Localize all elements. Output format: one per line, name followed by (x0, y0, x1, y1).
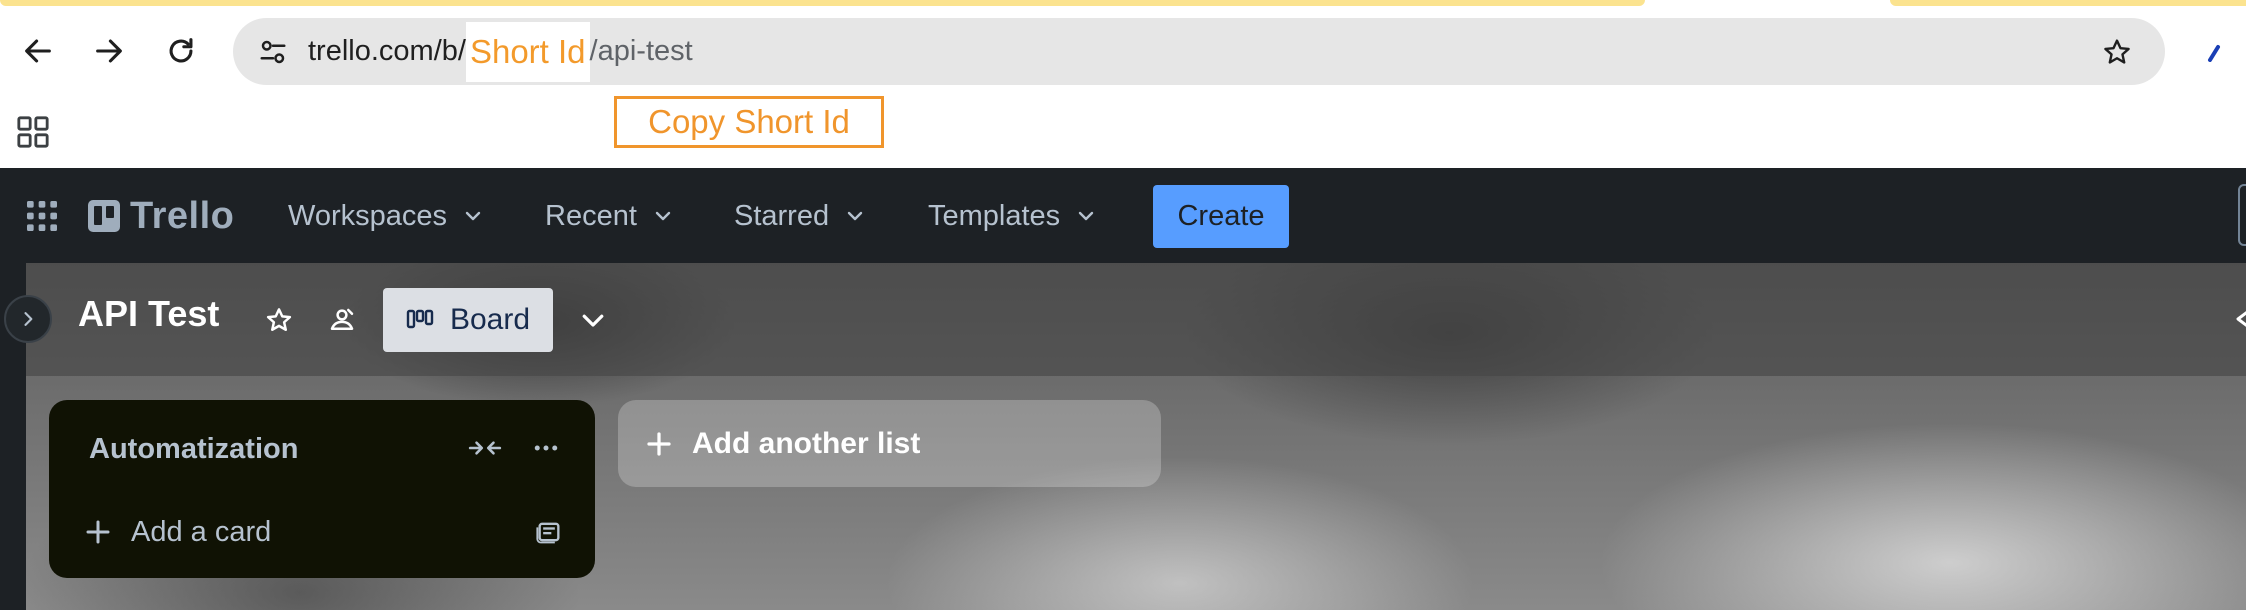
collapse-icon (468, 441, 502, 455)
extension-icon[interactable] (2207, 44, 2221, 62)
trello-logo[interactable]: Trello (88, 195, 234, 237)
arrow-right-icon (96, 39, 122, 63)
plus-icon (647, 431, 671, 456)
star-icon (266, 308, 292, 331)
visibility-button[interactable] (320, 298, 364, 342)
chevron-right-icon (24, 312, 33, 326)
reload-icon (169, 38, 193, 63)
recent-menu[interactable]: Recent (545, 190, 675, 242)
tune-icon (260, 40, 286, 64)
trello-logo-text: Trello (130, 194, 235, 237)
create-from-template-button[interactable] (525, 508, 573, 556)
forward-button[interactable] (80, 22, 138, 80)
chevron-down-icon (582, 314, 604, 327)
workspaces-menu[interactable]: Workspaces (288, 190, 485, 242)
board-title[interactable]: API Test (78, 293, 219, 335)
chevron-down-icon (847, 211, 863, 221)
add-card-label: Add a card (131, 515, 272, 548)
switch-view-dropdown[interactable] (571, 298, 615, 342)
board-view-button[interactable]: Board (383, 288, 553, 352)
recent-label: Recent (545, 199, 637, 232)
list-actions-button[interactable] (522, 424, 570, 472)
board-columns-icon (406, 309, 434, 329)
apps-shortcut-icon[interactable] (16, 115, 50, 149)
add-card-button[interactable]: Add a card (69, 506, 489, 558)
list-title[interactable]: Automatization (89, 433, 298, 466)
power-ups-icon[interactable] (2228, 304, 2246, 334)
url-short-id-highlight: Short Id (465, 21, 590, 82)
card-template-icon (536, 522, 560, 544)
screen: trello.com/b/Short Id/api-test Copy Shor… (0, 0, 2246, 610)
reload-button[interactable] (152, 22, 210, 80)
active-tab-edge[interactable] (0, 0, 1645, 6)
create-button[interactable]: Create (1153, 185, 1289, 248)
workspaces-label: Workspaces (288, 199, 448, 232)
url-path: /api-test (589, 35, 693, 67)
trello-logo-icon (88, 200, 120, 232)
site-info-button[interactable] (253, 32, 293, 72)
expand-sidebar-button[interactable] (4, 295, 52, 343)
chevron-down-icon (465, 211, 481, 221)
starred-label: Starred (734, 199, 830, 232)
arrow-left-icon (25, 39, 51, 63)
back-button[interactable] (9, 22, 67, 80)
url-text[interactable]: trello.com/b/Short Id/api-test (308, 18, 693, 85)
chevron-down-icon (655, 211, 671, 221)
copy-short-id-callout: Copy Short Id (614, 96, 884, 148)
url-host: trello.com/b/ (308, 35, 466, 67)
trello-header: Trello Workspaces Recent Starred Templat… (0, 168, 2246, 263)
add-another-list-button[interactable]: Add another list (618, 400, 1161, 487)
plus-icon (86, 520, 110, 544)
bookmark-button[interactable] (2097, 32, 2137, 72)
chevron-down-icon (1078, 211, 1094, 221)
templates-label: Templates (928, 199, 1061, 232)
address-bar[interactable]: trello.com/b/Short Id/api-test (233, 18, 2165, 85)
star-icon (2104, 39, 2130, 64)
templates-menu[interactable]: Templates (928, 190, 1098, 242)
more-horizontal-icon (534, 445, 558, 451)
board-view-label: Board (449, 303, 531, 336)
starred-menu[interactable]: Starred (734, 190, 867, 242)
star-board-button[interactable] (257, 298, 301, 342)
collapse-list-button[interactable] (461, 424, 509, 472)
app-switcher-icon[interactable] (22, 196, 62, 236)
search-field-edge[interactable] (2238, 184, 2246, 246)
tab-strip (0, 0, 2246, 6)
list-automatization: Automatization Add a card (49, 400, 595, 578)
tab-edge[interactable] (1890, 0, 2246, 6)
people-icon (330, 308, 354, 330)
add-another-list-label: Add another list (692, 426, 921, 460)
